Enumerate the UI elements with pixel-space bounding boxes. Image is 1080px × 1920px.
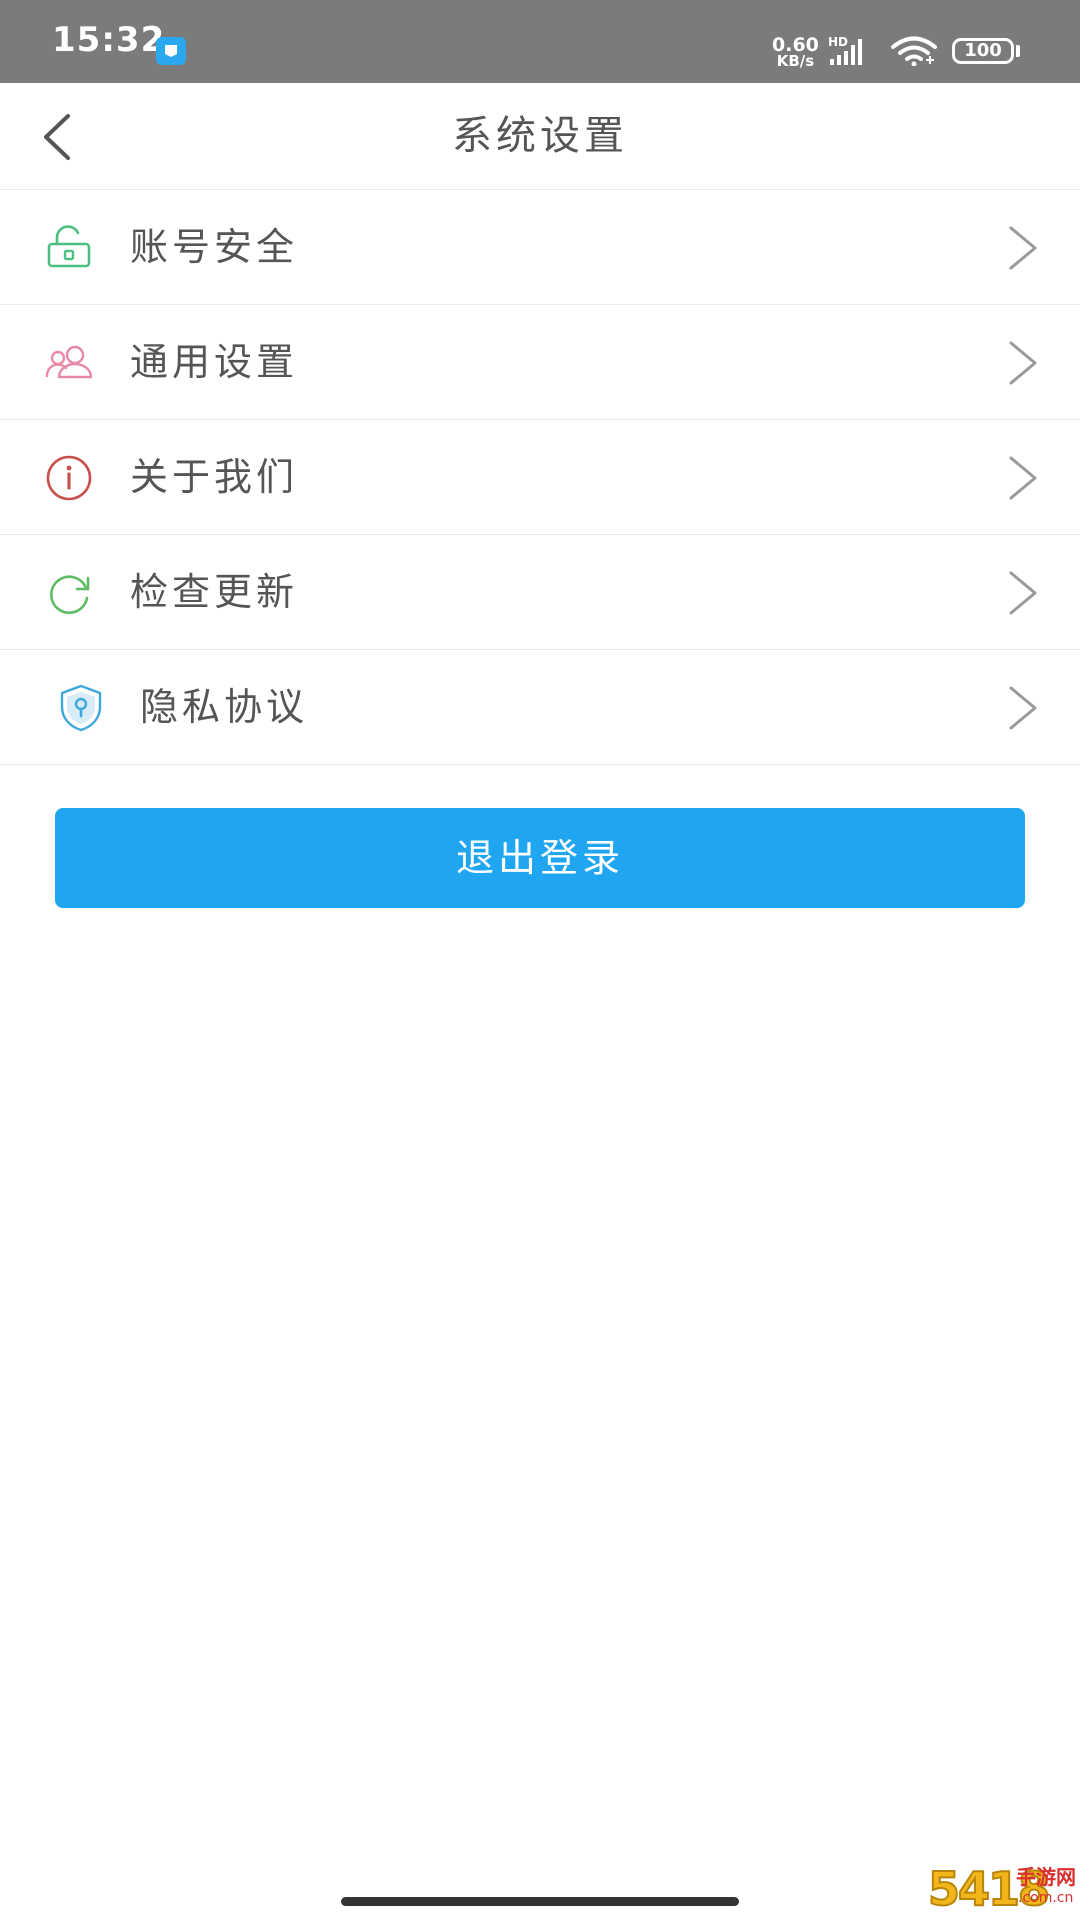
menu-item-label: 关于我们 <box>130 455 299 499</box>
menu-item-about-us[interactable]: 关于我们 <box>0 420 1080 535</box>
wifi-icon <box>890 36 938 70</box>
battery-tip <box>1016 45 1020 57</box>
status-bar: 15:32 0.60 KB/s HD 100 <box>0 0 1080 83</box>
back-button[interactable] <box>20 99 92 171</box>
status-time: 15:32 <box>52 20 166 60</box>
users-icon <box>44 338 94 388</box>
signal-icon <box>830 37 880 69</box>
settings-menu: 账号安全 通用设置 关于我们 检查更新 隐私协议 <box>0 190 1080 765</box>
refresh-icon <box>44 568 94 618</box>
menu-item-label: 账号安全 <box>130 225 299 269</box>
watermark-domain: .com.cn <box>1018 1890 1074 1906</box>
page-title: 系统设置 <box>452 113 628 159</box>
menu-item-account-security[interactable]: 账号安全 <box>0 190 1080 305</box>
info-icon <box>44 453 94 503</box>
shield-lock-icon <box>56 683 106 733</box>
home-indicator[interactable] <box>341 1897 739 1906</box>
unlock-icon <box>44 223 94 273</box>
menu-item-general-settings[interactable]: 通用设置 <box>0 305 1080 420</box>
app-header: 系统设置 <box>0 83 1080 190</box>
chevron-right-icon <box>1009 686 1037 730</box>
chevron-left-icon <box>44 114 70 160</box>
menu-item-check-update[interactable]: 检查更新 <box>0 535 1080 650</box>
chevron-right-icon <box>1009 226 1037 270</box>
chevron-right-icon <box>1009 571 1037 615</box>
network-speed: 0.60 KB/s <box>772 36 819 69</box>
logout-button[interactable]: 退出登录 <box>55 808 1025 908</box>
notification-app-icon <box>156 37 186 65</box>
chevron-right-icon <box>1009 456 1037 500</box>
watermark-name: 手游网 <box>1016 1865 1076 1889</box>
menu-item-privacy-policy[interactable]: 隐私协议 <box>0 650 1080 765</box>
menu-item-label: 检查更新 <box>130 570 299 614</box>
menu-item-label: 通用设置 <box>130 340 299 384</box>
battery-indicator: 100 <box>952 38 1014 64</box>
menu-item-label: 隐私协议 <box>140 685 309 729</box>
watermark-logo: 5418 手游网 .com.cn <box>927 1860 1080 1920</box>
chevron-right-icon <box>1009 341 1037 385</box>
network-speed-unit: KB/s <box>776 52 815 70</box>
